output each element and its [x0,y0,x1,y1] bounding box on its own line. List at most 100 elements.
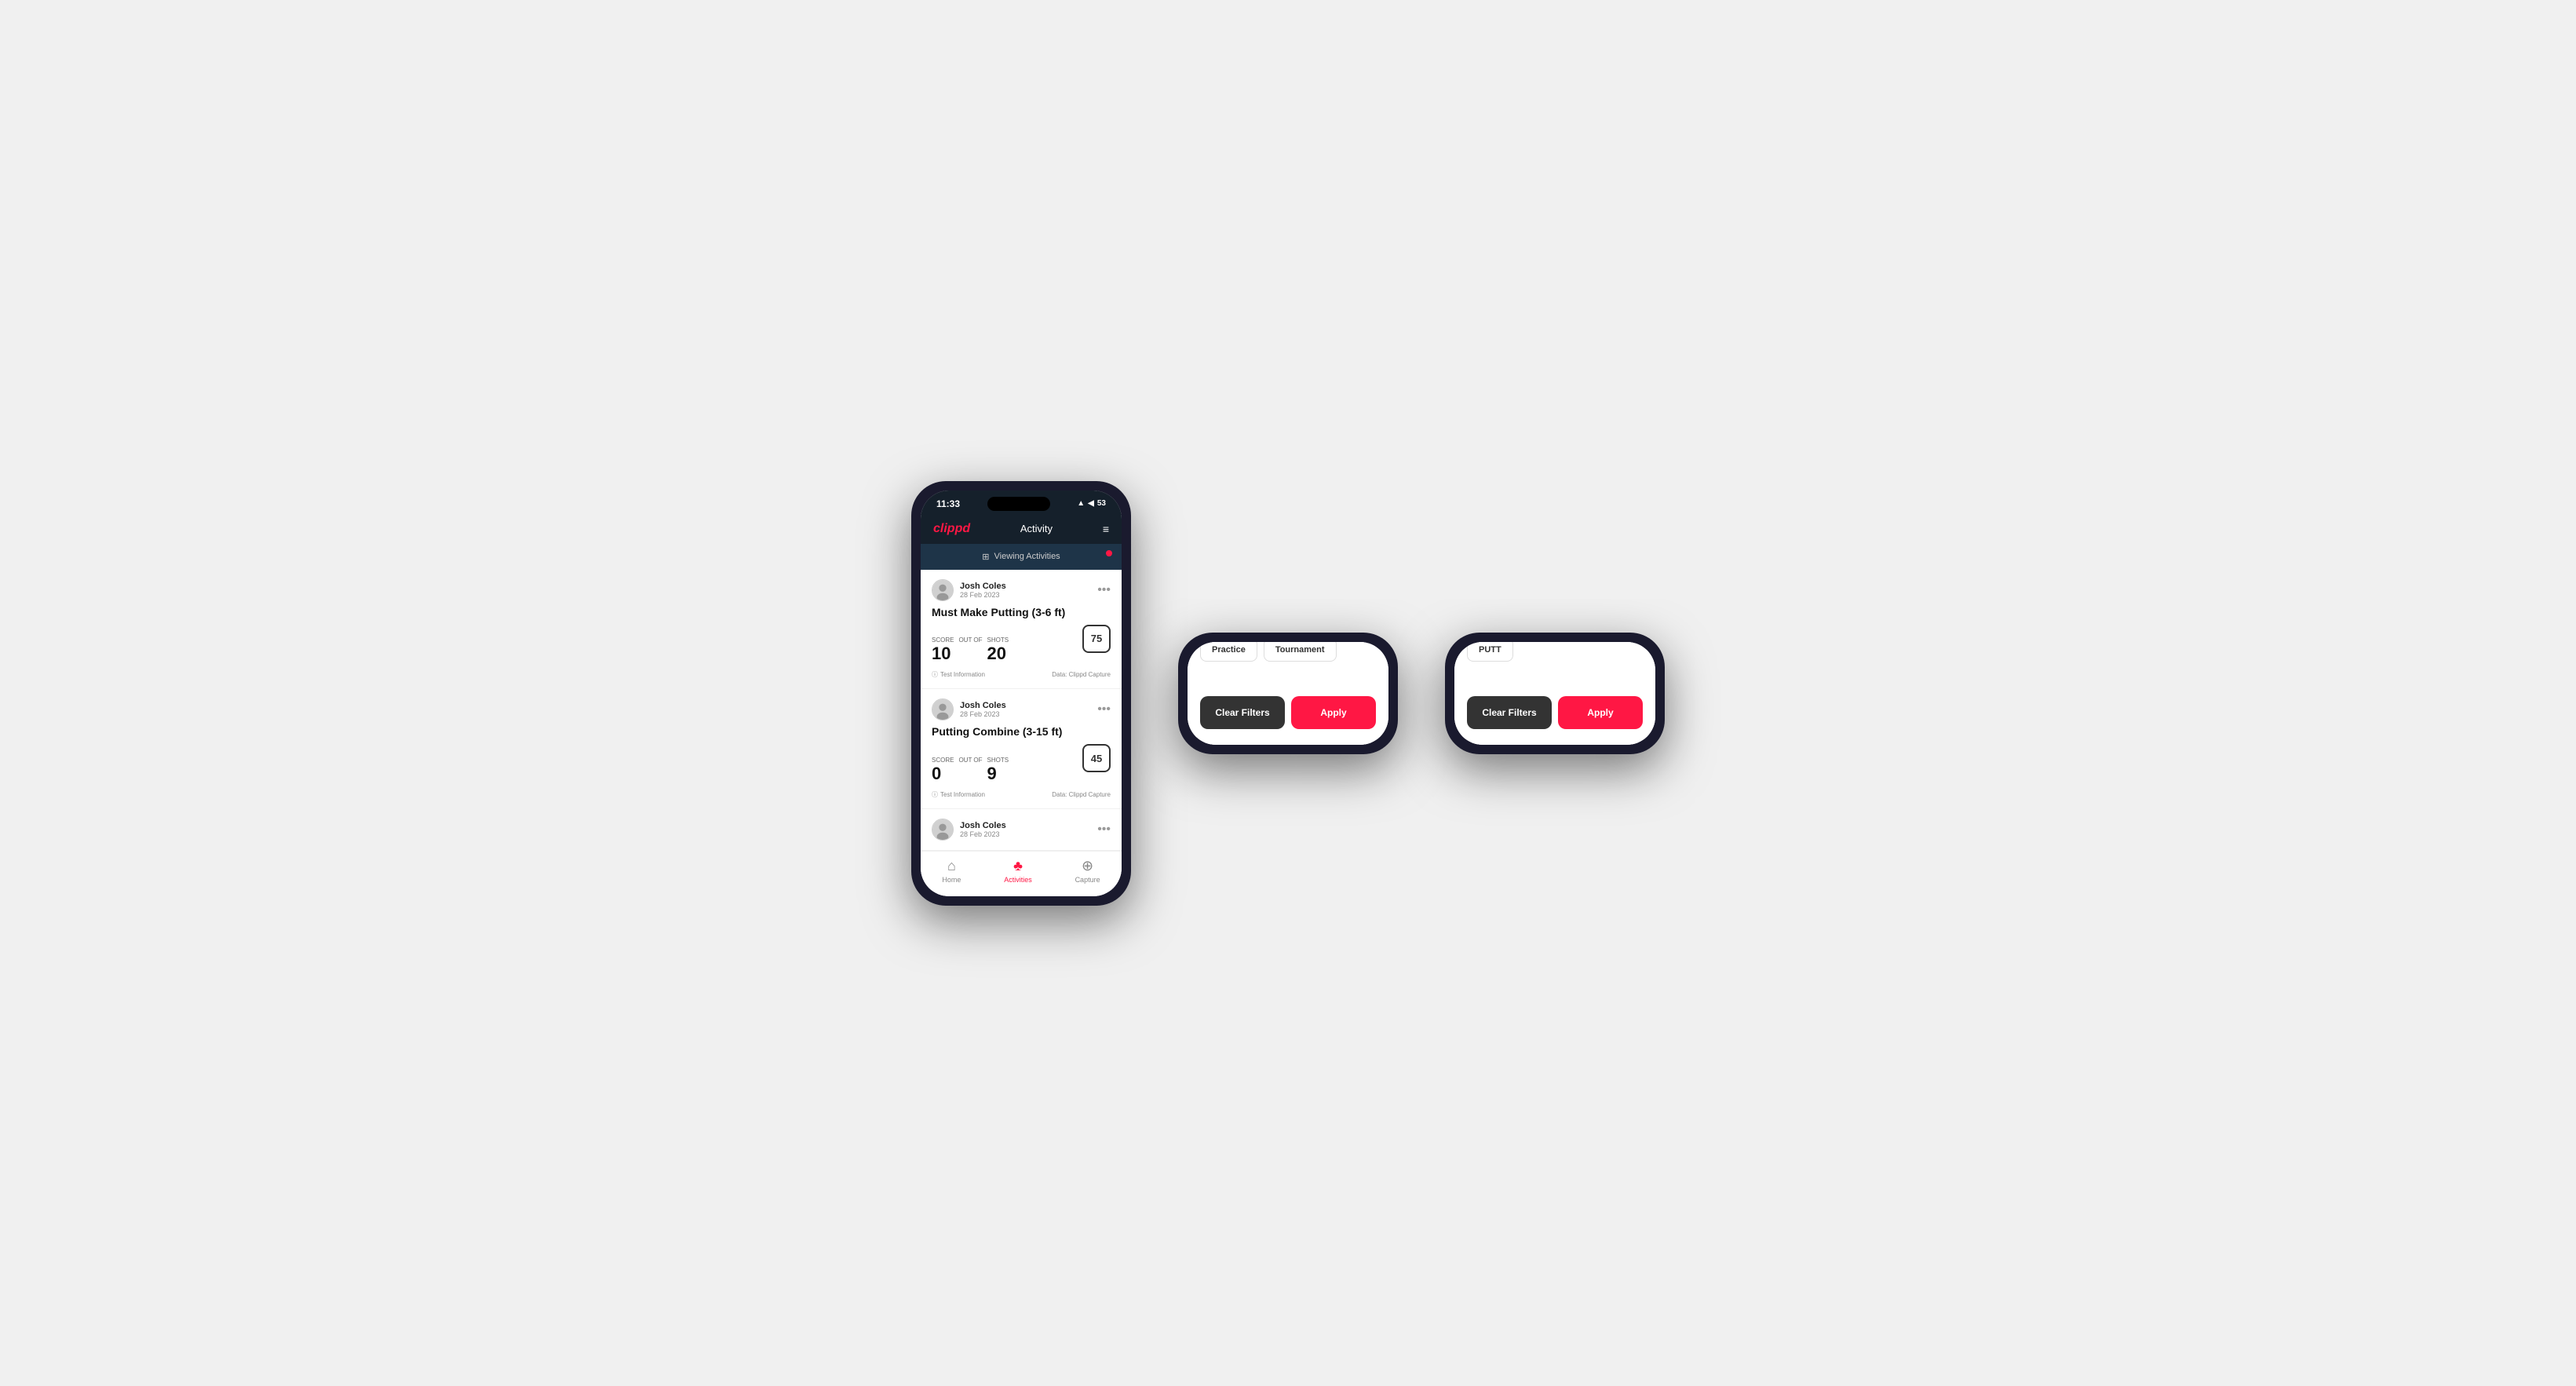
card-header-2: Josh Coles 28 Feb 2023 ••• [932,698,1111,720]
app-header-1: clippd Activity ≡ [921,514,1122,544]
activity-list-1: Josh Coles 28 Feb 2023 ••• Must Make Put… [921,570,1122,851]
user-details-2: Josh Coles 28 Feb 2023 [960,701,1006,718]
more-dots-1[interactable]: ••• [1097,584,1111,596]
nav-home-label-1: Home [942,876,961,884]
user-details-3: Josh Coles 28 Feb 2023 [960,821,1006,838]
more-dots-2[interactable]: ••• [1097,703,1111,716]
battery-icon: 53 [1097,499,1106,508]
score-group-2: Score 0 [932,757,954,784]
viewing-activities-bar-1[interactable]: ⊞ Viewing Activities [921,544,1122,570]
more-dots-3[interactable]: ••• [1097,823,1111,836]
user-name-2: Josh Coles [960,701,1006,710]
apply-button-2[interactable]: Apply [1291,696,1376,729]
activity-title-1: Must Make Putting (3-6 ft) [932,606,1111,618]
sheet-body-3: Show Rounds Practice Drills Practice Dri… [1454,642,1655,687]
user-info-2: Josh Coles 28 Feb 2023 [932,698,1006,720]
avatar-img-2 [932,699,953,720]
user-info-1: Josh Coles 28 Feb 2023 [932,579,1006,601]
score-value-2: 0 [932,764,941,783]
activities-icon-1: ♣ [1013,858,1023,874]
user-info-3: Josh Coles 28 Feb 2023 [932,819,1006,841]
shots-label-1: Shots [987,636,1009,644]
user-date-3: 28 Feb 2023 [960,830,1006,838]
drills-options-3: OTT APP ARG PUTT [1467,642,1643,662]
clear-filters-button-2[interactable]: Clear Filters [1200,696,1285,729]
tournament-round-option-2[interactable]: Tournament [1264,642,1337,662]
score-label-1: Score [932,636,954,644]
avatar-img-3 [932,819,953,840]
user-date-2: 28 Feb 2023 [960,710,1006,718]
test-info-2: ⓘ Test Information [932,790,985,799]
data-source-1: Data: Clippd Capture [1052,671,1111,678]
wifi-icon: ◀ [1088,499,1094,508]
score-value-1: 10 [932,644,950,663]
data-source-2: Data: Clippd Capture [1052,791,1111,798]
signal-icon: ▲ [1077,499,1085,508]
activity-card-1: Josh Coles 28 Feb 2023 ••• Must Make Put… [921,570,1122,690]
status-icons-1: ▲ ◀ 53 [1077,499,1106,508]
rounds-options-2: Practice Tournament [1200,642,1376,662]
screen-1: 11:33 ▲ ◀ 53 clippd Activity ≡ ⊞ [921,491,1122,896]
home-icon-1: ⌂ [947,858,956,874]
user-details-1: Josh Coles 28 Feb 2023 [960,582,1006,599]
stats-row-1: Score 10 OUT OF Shots 20 75 [932,625,1111,665]
card-header-3: Josh Coles 28 Feb 2023 ••• [932,819,1111,841]
out-of-2: OUT OF [958,757,982,764]
apply-button-3[interactable]: Apply [1558,696,1643,729]
nav-home-1[interactable]: ⌂ Home [942,858,961,884]
card-header-1: Josh Coles 28 Feb 2023 ••• [932,579,1111,601]
bottom-nav-1: ⌂ Home ♣ Activities ⊕ Capture [921,851,1122,896]
activity-card-3: Josh Coles 28 Feb 2023 ••• [921,809,1122,851]
viewing-bar-text-1: Viewing Activities [994,552,1060,561]
nav-capture-label-1: Capture [1075,876,1100,884]
user-name-1: Josh Coles [960,582,1006,591]
info-icon-1: ⓘ [932,670,938,679]
card-footer-2: ⓘ Test Information Data: Clippd Capture [932,790,1111,799]
phone-3: 11:33 ▲ ◀ 53 clippd Activity ≡ [1445,633,1665,754]
shots-value-1: 20 [987,644,1006,663]
red-dot-1 [1106,550,1112,556]
shot-quality-badge-2: 45 [1082,744,1111,772]
shot-quality-badge-1: 75 [1082,625,1111,653]
logo-1: clippd [933,522,970,536]
filter-icon-1: ⊞ [982,552,989,562]
clear-filters-button-3[interactable]: Clear Filters [1467,696,1552,729]
user-name-3: Josh Coles [960,821,1006,830]
capture-icon-1: ⊕ [1082,858,1093,874]
nav-activities-label-1: Activities [1004,876,1032,884]
putt-option-3[interactable]: PUTT [1467,642,1513,662]
out-of-1: OUT OF [958,636,982,644]
shots-value-2: 9 [987,764,997,783]
scene: 11:33 ▲ ◀ 53 clippd Activity ≡ ⊞ [864,434,1712,953]
card-footer-1: ⓘ Test Information Data: Clippd Capture [932,670,1111,679]
practice-round-option-2[interactable]: Practice [1200,642,1257,662]
avatar-1 [932,579,954,601]
status-bar-1: 11:33 ▲ ◀ 53 [921,491,1122,514]
nav-capture-1[interactable]: ⊕ Capture [1075,858,1100,884]
avatar-img-1 [932,580,953,600]
filter-sheet-2: Filter ✕ Show Rounds Practice Drills Rou… [1188,642,1388,745]
header-title-1: Activity [1020,523,1053,534]
phone-1: 11:33 ▲ ◀ 53 clippd Activity ≡ ⊞ [911,481,1131,906]
activity-title-2: Putting Combine (3-15 ft) [932,725,1111,738]
info-icon-2: ⓘ [932,790,938,799]
screen-3: 11:33 ▲ ◀ 53 clippd Activity ≡ [1454,642,1655,745]
score-group-1: Score 10 [932,636,954,664]
phone-2: 11:33 ▲ ◀ 53 clippd Activity ≡ [1178,633,1398,754]
user-date-1: 28 Feb 2023 [960,591,1006,599]
shots-group-1: Shots 20 [987,636,1009,664]
hamburger-menu-1[interactable]: ≡ [1103,523,1109,535]
status-time-1: 11:33 [936,498,960,509]
filter-sheet-3: Filter ✕ Show Rounds Practice Drills Pra… [1454,642,1655,745]
sheet-footer-2: Clear Filters Apply [1188,687,1388,745]
stats-row-2: Score 0 OUT OF Shots 9 45 [932,744,1111,784]
nav-activities-1[interactable]: ♣ Activities [1004,858,1032,884]
sheet-body-2: Show Rounds Practice Drills Rounds Pract… [1188,642,1388,687]
notch-1 [987,497,1050,511]
test-info-1: ⓘ Test Information [932,670,985,679]
shots-label-2: Shots [987,757,1009,764]
avatar-3 [932,819,954,841]
screen-2: 11:33 ▲ ◀ 53 clippd Activity ≡ [1188,642,1388,745]
score-label-2: Score [932,757,954,764]
shot-quality-value-2: 45 [1091,753,1102,764]
